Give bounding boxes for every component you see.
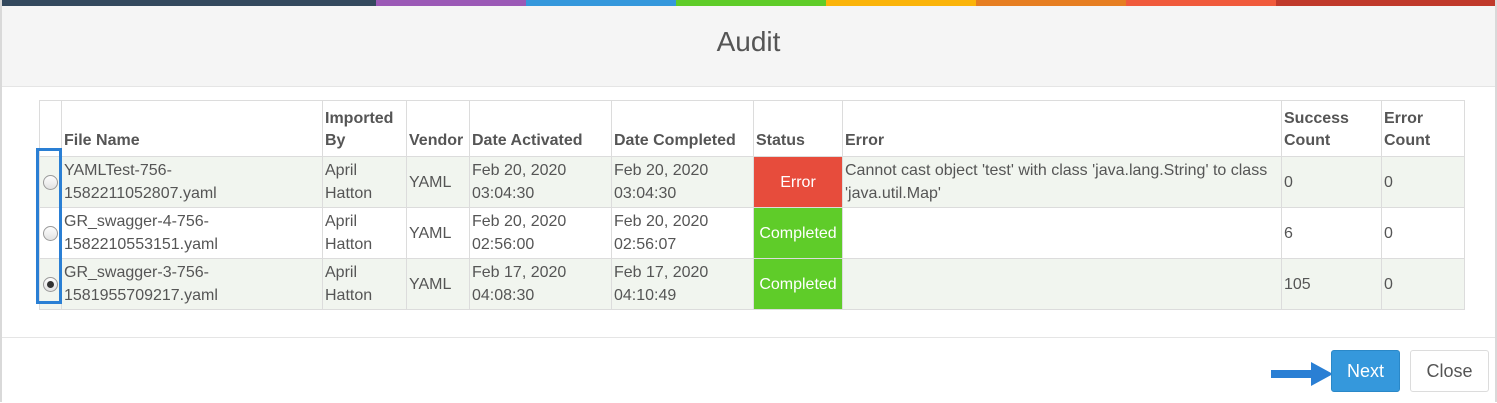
row-select-radio[interactable] [43, 225, 58, 241]
imported-by-cell: April Hatton [322, 156, 407, 208]
close-button[interactable]: Close [1410, 350, 1489, 392]
error-column-header[interactable]: Error [842, 100, 1282, 157]
error-count-cell: 0 [1381, 258, 1465, 310]
date-activated-cell: Feb 20, 2020 02:56:00 [469, 207, 612, 259]
imported-by-cell: April Hatton [322, 258, 407, 310]
date-activated-column-header[interactable]: Date Activated [469, 100, 612, 157]
success-count-column-header[interactable]: Success Count [1281, 100, 1382, 157]
status-badge: Completed [753, 207, 843, 259]
vendor-cell: YAML [406, 258, 470, 310]
success-count-cell: 105 [1281, 258, 1382, 310]
date-completed-cell: Feb 20, 2020 02:56:07 [611, 207, 754, 259]
status-column-header[interactable]: Status [753, 100, 843, 157]
row-select-radio[interactable] [43, 276, 58, 292]
date-activated-cell: Feb 17, 2020 04:08:30 [469, 258, 612, 310]
row-select-cell[interactable] [39, 207, 62, 259]
imported-by-cell: April Hatton [322, 207, 407, 259]
select-column-header [39, 100, 62, 157]
table-row[interactable]: GR_swagger-4-756-1582210553151.yaml Apri… [39, 207, 1465, 259]
row-select-cell[interactable] [39, 156, 62, 208]
vendor-column-header[interactable]: Vendor [406, 100, 470, 157]
next-button[interactable]: Next [1331, 350, 1400, 392]
table-row[interactable]: GR_swagger-3-756-1581955709217.yaml Apri… [39, 258, 1465, 310]
error-message-cell: Cannot cast object 'test' with class 'ja… [842, 156, 1282, 208]
file-name-column-header[interactable]: File Name [61, 100, 323, 157]
arrow-right-icon [1271, 362, 1333, 386]
status-badge: Error [753, 156, 843, 208]
error-count-column-header[interactable]: Error Count [1381, 100, 1465, 157]
file-name-cell: GR_swagger-4-756-1582210553151.yaml [61, 207, 323, 259]
date-completed-column-header[interactable]: Date Completed [611, 100, 754, 157]
file-name-cell: GR_swagger-3-756-1581955709217.yaml [61, 258, 323, 310]
vendor-cell: YAML [406, 207, 470, 259]
date-activated-cell: Feb 20, 2020 03:04:30 [469, 156, 612, 208]
row-select-radio[interactable] [43, 174, 58, 190]
error-message-cell [842, 258, 1282, 310]
error-count-cell: 0 [1381, 207, 1465, 259]
date-completed-cell: Feb 20, 2020 03:04:30 [611, 156, 754, 208]
modal-header: Audit [2, 6, 1495, 87]
vendor-cell: YAML [406, 156, 470, 208]
imported-by-column-header[interactable]: Imported By [322, 100, 407, 157]
modal-title: Audit [716, 26, 781, 57]
status-badge: Completed [753, 258, 843, 310]
row-select-cell[interactable] [39, 258, 62, 310]
error-message-cell [842, 207, 1282, 259]
file-name-cell: YAMLTest-756-1582211052807.yaml [61, 156, 323, 208]
table-row[interactable]: YAMLTest-756-1582211052807.yaml April Ha… [39, 156, 1465, 208]
table-header-row: File Name Imported By Vendor Date Activa… [39, 100, 1465, 157]
success-count-cell: 0 [1281, 156, 1382, 208]
error-count-cell: 0 [1381, 156, 1465, 208]
date-completed-cell: Feb 17, 2020 04:10:49 [611, 258, 754, 310]
success-count-cell: 6 [1281, 207, 1382, 259]
audit-table: File Name Imported By Vendor Date Activa… [39, 100, 1465, 310]
